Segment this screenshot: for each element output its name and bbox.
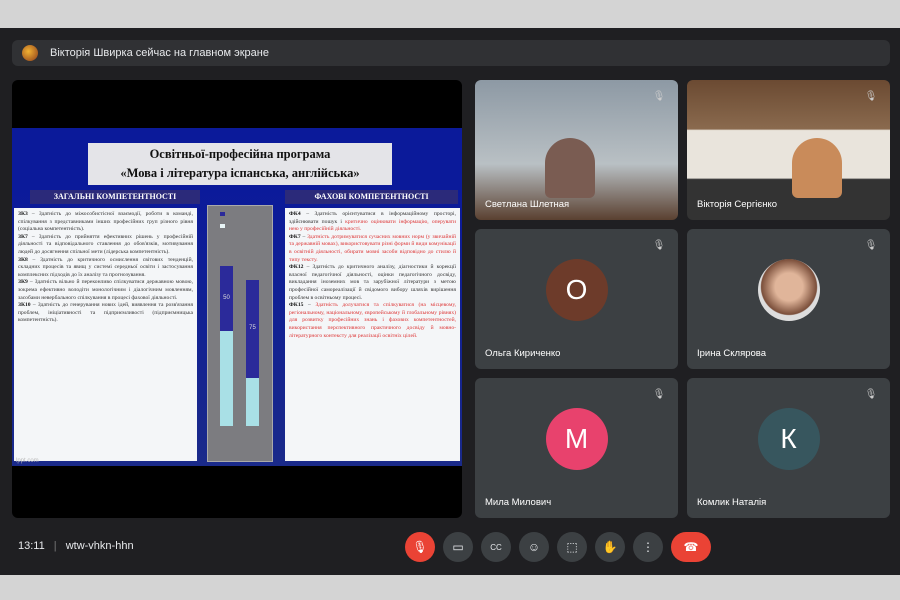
professional-competences-text: ФК4 – Здатність орієнтуватися в інформац… [285,208,460,461]
mic-off-icon: 🎙 [412,540,428,554]
competence-code: ЗК8 [18,256,28,263]
mic-muted-icon: 🎙 [864,389,878,400]
competence-code: ЗК7 [18,233,28,240]
meet-window: Вікторія Швирка сейчас на главном экране… [0,28,900,575]
competence-item: ЗК7 – Здатність до прийняття ефективних … [18,234,193,257]
bar-segment-lower [246,378,259,426]
competence-item: ЗК9 – Здатність вільно й переконливо спі… [18,279,193,302]
participant-tile[interactable]: К 🎙 Комлик Наталія [687,378,890,518]
competence-text: – Здатність до критичного аналізу, діагн… [289,264,456,301]
participant-name: Ольга Кириченко [485,348,561,359]
present-button[interactable]: ⬚ [557,532,587,562]
bottom-bar: 13:11 | wtw-vhkn-hhn 🎙 ▭ CC ☺ ⬚ ✋ ⋮ ☎ [0,528,900,568]
competence-item: ФК15 – Здатність долучатися та спілкуват… [289,302,456,340]
presentation-stage[interactable]: Освітньої-професійна програма «Мова і лі… [12,80,462,518]
competence-text: – Здатність до генерування нових ідей, в… [18,302,193,324]
avatar: К [757,408,820,470]
bar-segment-upper: 75 [246,280,259,378]
left-header: ЗАГАЛЬНІ КОМПЕТЕНТНОСТІ [30,190,200,204]
participant-name: Мила Милович [485,497,552,508]
slide-title: Освітньої-професійна програма «Мова і лі… [88,143,392,185]
end-call-button[interactable]: ☎ [671,532,711,562]
more-options-button[interactable]: ⋮ [633,532,663,562]
participant-tile[interactable]: 🎙 Вікторія Сергієнко [687,80,890,220]
bar-label: 75 [249,325,256,331]
mic-toggle-button[interactable]: 🎙 [405,532,435,562]
competence-highlight: Здатність дотримуватися сучасних мовних … [289,233,456,263]
mic-muted-icon: 🎙 [652,91,666,102]
participant-video [545,138,595,198]
competence-text: – [303,302,316,309]
avatar: О [545,259,608,321]
bar-segment-upper: 50 [220,266,233,331]
divider: | [53,540,57,552]
stacked-bar-chart: 50 75 [207,205,273,462]
slide-title-line: «Мова і література іспанська, англійська… [120,166,360,180]
participant-tile[interactable]: О 🎙 Ольга Кириченко [475,229,678,369]
competence-code: ЗК10 [18,302,31,309]
competence-code: ЗК9 [18,279,28,286]
participant-tile[interactable]: М 🎙 Мила Милович [475,378,678,518]
avatar [22,45,38,61]
competence-item: ФК12 – Здатність до критичного аналізу, … [289,264,456,302]
meeting-code: wtw-vhkn-hhn [65,540,134,552]
slide-footer: lppt.com [16,458,39,464]
hand-icon: ✋ [602,540,618,554]
general-competences-text: ЗК3 – Здатність до міжособистісної взаєм… [14,208,197,461]
competence-item: ЗК10 – Здатність до генерування нових ід… [18,302,193,325]
competence-text: – Здатність до міжособистісної взаємодії… [18,211,193,233]
competence-code: ФК15 [289,302,304,309]
competence-code: ЗК3 [18,211,28,217]
slide-title-line: Освітньої-професійна програма [149,147,331,161]
competence-code: ФК12 [289,264,304,271]
avatar: М [545,408,608,470]
competence-item: ФК7 – Здатність дотримуватися сучасних м… [289,234,456,264]
competence-code: ФК4 [289,211,301,217]
competence-highlight: Здатність долучатися та спілкуватися (на… [289,302,456,339]
call-controls: 🎙 ▭ CC ☺ ⬚ ✋ ⋮ ☎ [405,532,711,562]
participant-name: Ірина Склярова [697,348,767,359]
competence-text: – Здатність до прийняття ефективних ріше… [18,233,193,255]
mic-muted-icon: 🎙 [652,240,666,251]
camera-toggle-button[interactable]: ▭ [443,532,473,562]
mic-muted-icon: 🎙 [652,389,666,400]
main-screen-banner: Вікторія Швирка сейчас на главном экране [12,40,890,66]
competence-code: ФК7 [289,233,301,240]
participant-name: Комлик Наталія [697,497,767,508]
legend-marker [220,212,225,216]
phone-hangup-icon: ☎ [683,540,699,554]
competence-item: ФК4 – Здатність орієнтуватися в інформац… [289,211,456,234]
participant-tile[interactable]: 🎙 Ірина Склярова [687,229,890,369]
right-header: ФАХОВІ КОМПЕТЕНТНОСТІ [285,190,458,204]
clock: 13:11 [18,540,45,552]
competence-text: – Здатність до критичного осмислення сві… [18,256,193,278]
competence-text: – Здатність вільно й переконливо спілкув… [18,279,193,301]
captions-button[interactable]: CC [481,532,511,562]
present-icon: ⬚ [566,540,578,554]
more-vert-icon: ⋮ [642,540,654,554]
participant-name: Светлана Шлетная [485,199,570,210]
legend-marker [220,224,225,228]
captions-icon: CC [490,542,502,552]
meeting-info: 13:11 | wtw-vhkn-hhn [18,540,134,552]
competence-item: ЗК3 – Здатність до міжособистісної взаєм… [18,211,193,234]
slide: Освітньої-професійна програма «Мова і лі… [12,128,462,466]
participant-name: Вікторія Сергієнко [697,199,778,210]
reactions-button[interactable]: ☺ [519,532,549,562]
bar-segment-lower [220,331,233,426]
participant-video [792,138,842,198]
camera-icon: ▭ [452,540,464,554]
competence-item: ЗК8 – Здатність до критичного осмислення… [18,257,193,280]
bar-label: 50 [223,294,230,301]
mic-muted-icon: 🎙 [864,240,878,251]
mic-muted-icon: 🎙 [864,91,878,102]
raise-hand-button[interactable]: ✋ [595,532,625,562]
banner-text: Вікторія Швирка сейчас на главном экране [50,47,269,59]
avatar [757,259,820,321]
participant-tile[interactable]: 🎙 Светлана Шлетная [475,80,678,220]
emoji-icon: ☺ [527,540,541,554]
